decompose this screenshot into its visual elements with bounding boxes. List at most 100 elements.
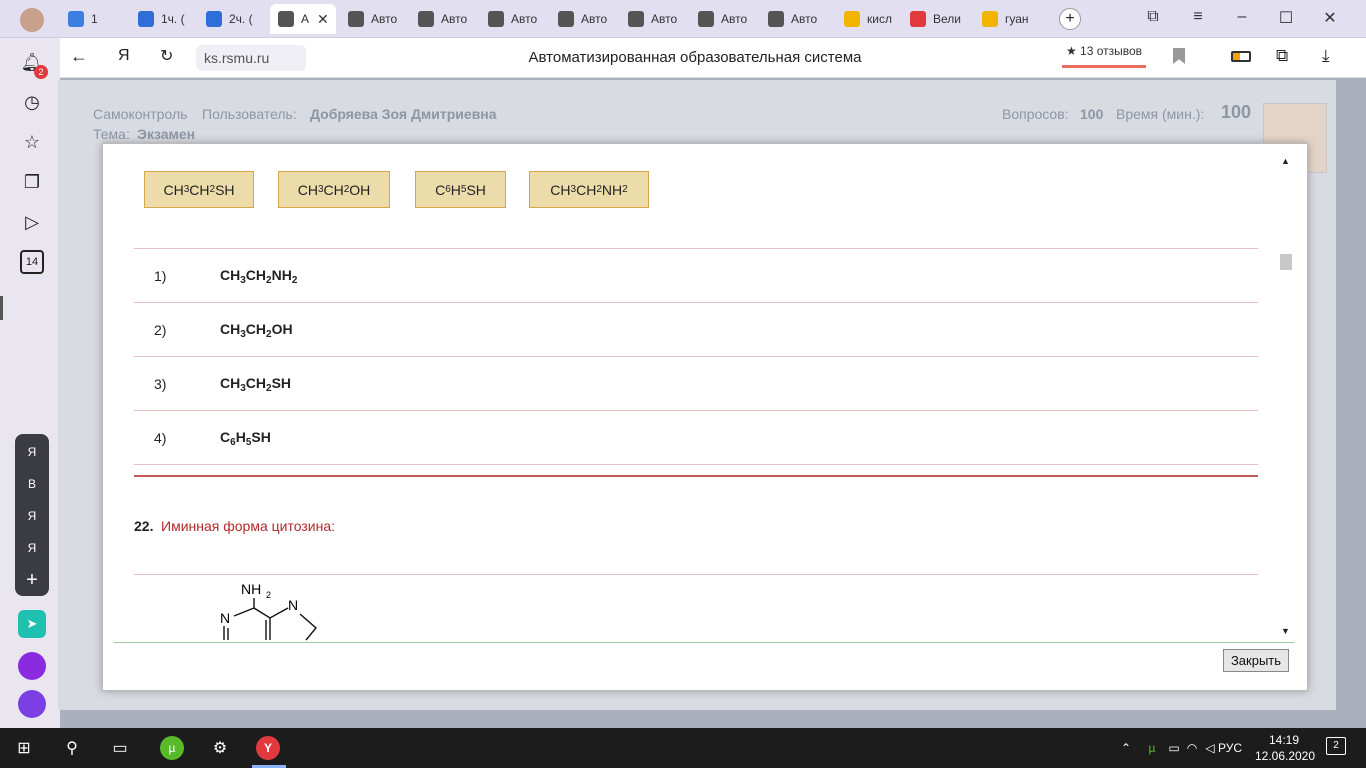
tab-11[interactable]: кисл [836, 4, 898, 34]
answer-formula: CH3CH2OH [220, 321, 293, 340]
tray-time[interactable]: 14:19 [1262, 733, 1306, 747]
answer-number: 2) [154, 322, 167, 338]
header-user-name: Добряева Зоя Дмитриевна [310, 106, 497, 122]
tray-utorrent-icon[interactable]: µ [1140, 736, 1164, 760]
tab-label: Авто [791, 12, 818, 26]
modal-scrollbar[interactable]: ▲ ▼ [1278, 150, 1295, 640]
task-view-icon[interactable]: ▭ [108, 736, 132, 760]
answer-chip-1[interactable]: CH 3 CH 2 OH [278, 171, 390, 208]
tab-1[interactable]: 1ч. ( [130, 4, 194, 34]
reload-icon[interactable]: ↻ [160, 46, 173, 66]
answers-bottom-divider [134, 464, 1258, 465]
menu-icon[interactable]: ≡ [1186, 8, 1210, 26]
structure-n2-label: N [288, 597, 298, 613]
extensions-icon[interactable]: ⧉ [1276, 46, 1288, 66]
answer-row[interactable]: 1) CH3CH2NH2 [134, 248, 1258, 302]
alice-icon[interactable] [18, 690, 46, 718]
maximize-icon[interactable]: ☐ [1274, 8, 1298, 28]
page-icon [418, 11, 434, 27]
tab-2[interactable]: 2ч. ( [198, 4, 266, 34]
formula-text: SH [466, 181, 486, 198]
utorrent-icon[interactable]: µ [160, 736, 184, 760]
tab-5[interactable]: Авто [410, 4, 476, 34]
scroll-thumb[interactable] [1280, 254, 1292, 270]
question-separator [134, 475, 1258, 477]
formula-text: CH [220, 321, 241, 337]
tab-3[interactable]: А ✕ [270, 4, 336, 34]
profile-avatar[interactable] [20, 8, 44, 32]
close-button[interactable]: Закрыть [1223, 649, 1289, 672]
formula-text: CH [245, 267, 267, 283]
bookmark-star-icon[interactable]: ☆ [20, 130, 44, 154]
new-tab-button[interactable]: + [1059, 8, 1081, 30]
media-icon[interactable]: ▷ [20, 210, 44, 234]
structure-n1-label: N [220, 610, 230, 626]
formula-text: H [235, 429, 246, 445]
formula-text: CH [189, 181, 210, 198]
answer-chip-0[interactable]: CH 3 CH 2 SH [144, 171, 254, 208]
tab-label: Вели [933, 12, 961, 26]
back-icon[interactable]: ← [70, 46, 88, 67]
close-window-icon[interactable]: ✕ [1318, 8, 1342, 28]
close-tab-icon[interactable]: ✕ [317, 11, 329, 28]
tray-language[interactable]: РУС [1218, 741, 1242, 755]
answer-row[interactable]: 3) CH3CH2SH [134, 356, 1258, 410]
rail-app-3[interactable]: Я [20, 536, 44, 560]
rail-app-1[interactable]: В [20, 472, 44, 496]
page-icon [768, 11, 784, 27]
yandex-button[interactable]: Я [118, 47, 130, 65]
scroll-down-icon[interactable]: ▼ [1281, 626, 1290, 636]
tray-date[interactable]: 12.06.2020 [1250, 749, 1320, 763]
action-center-icon[interactable]: 2 [1326, 737, 1346, 755]
rail-app-0[interactable]: Я [20, 440, 44, 464]
header-questions: 100 [1080, 106, 1104, 122]
formula-subscript: 2 [622, 184, 628, 195]
answer-row[interactable]: 4) C6H5SH [134, 410, 1258, 464]
header-questions-label: Вопросов: [1002, 106, 1069, 122]
tab-12[interactable]: Вели [902, 4, 970, 34]
settings-gear-icon[interactable]: ⚙ [208, 736, 232, 760]
tab-6[interactable]: Авто [480, 4, 546, 34]
tab-8[interactable]: Авто [620, 4, 686, 34]
windows-start-icon[interactable]: ⊞ [12, 736, 36, 760]
scroll-up-icon[interactable]: ▲ [1281, 156, 1290, 166]
history-icon[interactable]: ◷ [20, 90, 44, 114]
formula-text: SH [251, 429, 271, 445]
formula-text: CH [297, 181, 318, 198]
tab-4[interactable]: Авто [340, 4, 406, 34]
calendar-icon[interactable]: 14 [20, 250, 44, 274]
tab-bar: 1 1ч. (2ч. (А ✕ Авто Авто Авто Авто Авто Авто Авт… [0, 0, 1366, 38]
rail-divider [0, 296, 3, 320]
tab-0[interactable]: 1 [60, 4, 126, 34]
tab-7[interactable]: Авто [550, 4, 616, 34]
reviews-badge[interactable]: ★ 13 отзывов [1062, 44, 1146, 68]
tab-10[interactable]: Авто [760, 4, 832, 34]
battery-icon[interactable] [1231, 51, 1251, 62]
minimize-icon[interactable]: – [1230, 8, 1254, 26]
question-text: Иминная форма цитозина: [161, 518, 335, 534]
tab-label: гуан [1005, 12, 1029, 26]
download-icon[interactable]: ⤓ [1322, 46, 1330, 66]
tray-chevron-icon[interactable]: ⌃ [1114, 736, 1138, 760]
tab-9[interactable]: Авто [690, 4, 756, 34]
page-icon [278, 11, 294, 27]
rail-app-2[interactable]: Я [20, 504, 44, 528]
image-icon [844, 11, 860, 27]
answer-row[interactable]: 2) CH3CH2OH [134, 302, 1258, 356]
answer-chip-2[interactable]: C 6 H 5 SH [415, 171, 506, 208]
tab-13[interactable]: гуан [974, 4, 1040, 34]
header-time: 100 [1221, 102, 1252, 122]
url-field[interactable]: ks.rsmu.ru [196, 45, 306, 71]
structure-nh-sub: 2 [266, 590, 271, 600]
collections-icon[interactable]: ❐ [20, 170, 44, 194]
formula-text: OH [271, 321, 293, 337]
header-topic: Экзамен [137, 126, 196, 142]
tab-manager-icon[interactable]: ⧉ [1141, 8, 1165, 26]
answer-chip-3[interactable]: CH 3 CH 2 NH 2 [529, 171, 649, 208]
search-icon[interactable]: ⚲ [60, 736, 84, 760]
yandex-browser-icon[interactable]: Y [256, 736, 280, 760]
alice-app-icon[interactable] [18, 652, 46, 680]
add-app-icon[interactable]: + [20, 568, 44, 592]
send-icon[interactable]: ➤ [18, 610, 46, 638]
question-number: 22. [134, 518, 154, 534]
